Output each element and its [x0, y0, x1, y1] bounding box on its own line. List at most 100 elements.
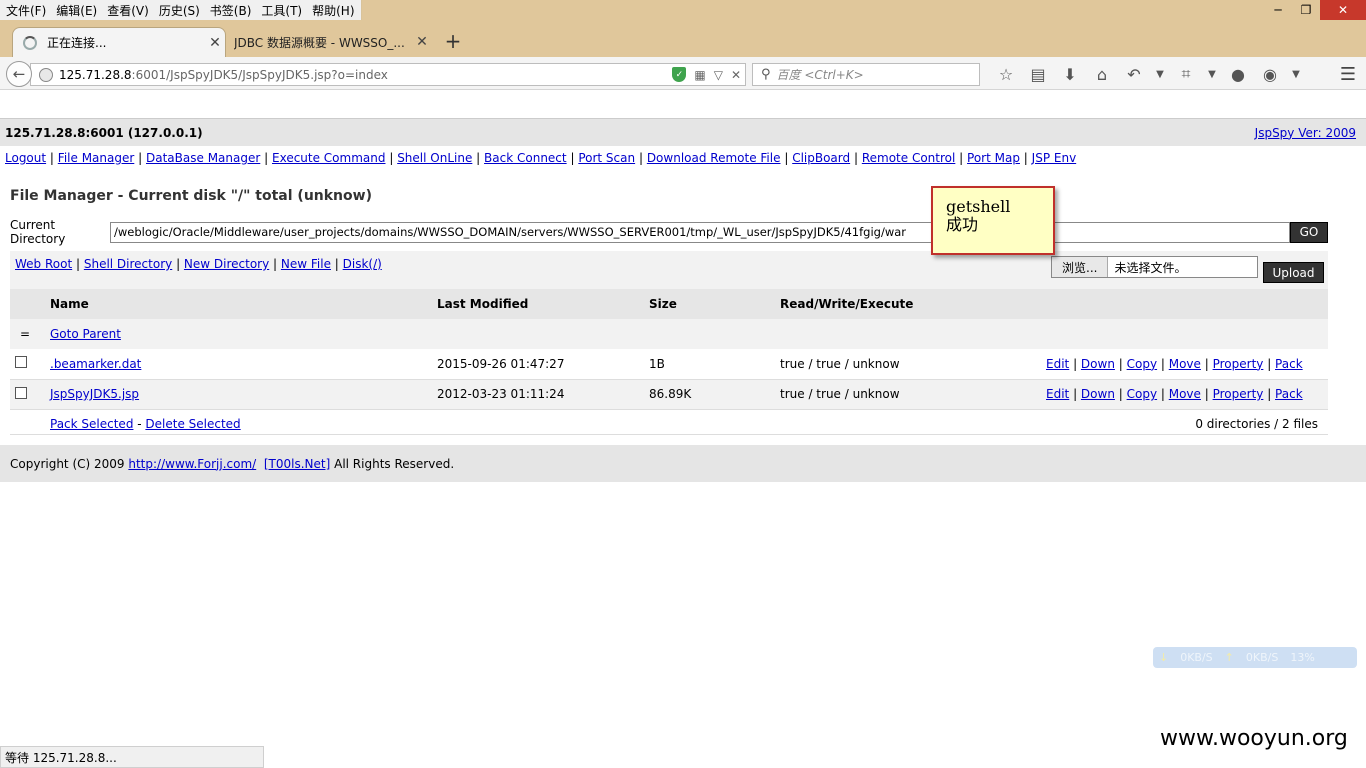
pack-selected-link[interactable]: Pack Selected: [50, 417, 133, 431]
menu-view[interactable]: 查看(V): [103, 2, 155, 19]
footer-link-forjj[interactable]: http://www.Forjj.com/: [128, 457, 256, 471]
current-directory-input[interactable]: [110, 221, 1290, 243]
dropdown-arrow-icon[interactable]: ▽: [714, 68, 723, 82]
file-modified: 2012-03-23 01:11:24: [437, 379, 649, 410]
nav-logout[interactable]: Logout: [5, 151, 46, 165]
table-row: .beamarker.dat 2015-09-26 01:47:27 1B tr…: [10, 349, 1328, 380]
home-icon[interactable]: ⌂: [1086, 65, 1118, 84]
menu-edit[interactable]: 编辑(E): [52, 2, 103, 19]
parent-marker: =: [10, 319, 50, 349]
disk-link[interactable]: Disk(/): [343, 257, 382, 271]
property-link[interactable]: Property: [1213, 387, 1264, 401]
tab-label: JDBC 数据源概要 - WWSSO_...: [234, 35, 405, 50]
close-window-button[interactable]: ✕: [1320, 0, 1366, 20]
maximize-button[interactable]: ❐: [1292, 0, 1320, 20]
file-name-link[interactable]: JspSpyJDK5.jsp: [50, 387, 139, 401]
new-directory-link[interactable]: New Directory: [184, 257, 269, 271]
search-placeholder: 百度 <Ctrl+K>: [776, 68, 864, 82]
url-bar[interactable]: 125.71.28.8:6001/JspSpyJDK5/JspSpyJDK5.j…: [30, 63, 746, 86]
down-link[interactable]: Down: [1081, 357, 1115, 371]
url-path: :6001/JspSpyJDK5/JspSpyJDK5.jsp?o=index: [131, 67, 388, 82]
pack-link[interactable]: Pack: [1275, 387, 1303, 401]
version-link[interactable]: JspSpy Ver: 2009: [1255, 126, 1356, 140]
edit-link[interactable]: Edit: [1046, 357, 1069, 371]
annotation-line-2: 成功: [946, 215, 979, 234]
addon-icon[interactable]: ◉: [1254, 65, 1286, 84]
stop-icon[interactable]: ✕: [731, 68, 741, 82]
minimize-button[interactable]: ─: [1264, 0, 1292, 20]
nav-execute-command[interactable]: Execute Command: [272, 151, 385, 165]
site-identity-icon[interactable]: [39, 67, 53, 82]
nav-database-manager[interactable]: DataBase Manager: [146, 151, 260, 165]
file-checkbox[interactable]: [15, 356, 27, 369]
footer: Copyright (C) 2009 http://www.Forjj.com/…: [0, 445, 1366, 482]
undo-icon[interactable]: ↶: [1118, 65, 1150, 84]
menu-history[interactable]: 历史(S): [155, 2, 206, 19]
nav-download-remote-file[interactable]: Download Remote File: [647, 151, 781, 165]
chevron-down-icon[interactable]: ▼: [1202, 69, 1222, 80]
column-rwx: Read/Write/Execute: [780, 289, 1043, 319]
nav-shell-online[interactable]: Shell OnLine: [397, 151, 472, 165]
menu-bookmarks[interactable]: 书签(B): [206, 2, 258, 19]
menu-help[interactable]: 帮助(H): [308, 2, 360, 19]
column-name: Name: [50, 289, 437, 319]
menu-tools[interactable]: 工具(T): [257, 2, 308, 19]
menu-file[interactable]: 文件(F): [2, 2, 52, 19]
tab-active[interactable]: 正在连接... ✕: [12, 27, 226, 57]
chevron-down-icon[interactable]: ▼: [1150, 69, 1170, 80]
footer-suffix: All Rights Reserved.: [334, 456, 455, 471]
chat-icon[interactable]: ●: [1222, 65, 1254, 84]
new-tab-button[interactable]: +: [440, 28, 466, 54]
footer-link-t00ls[interactable]: [T00ls.Net]: [264, 457, 330, 471]
go-button[interactable]: GO: [1290, 221, 1328, 243]
divider: [10, 434, 1328, 435]
menu-icon[interactable]: ☰: [1340, 64, 1356, 85]
goto-parent-link[interactable]: Goto Parent: [50, 327, 121, 341]
crop-icon[interactable]: ⌗: [1170, 64, 1202, 84]
tab-jdbc[interactable]: JDBC 数据源概要 - WWSSO_... ✕: [226, 27, 432, 57]
reading-list-icon[interactable]: ▤: [1022, 65, 1054, 84]
down-link[interactable]: Down: [1081, 387, 1115, 401]
close-tab-icon[interactable]: ✕: [205, 35, 225, 51]
copy-link[interactable]: Copy: [1127, 357, 1157, 371]
network-monitor: ↓ 0KB/S ↑ 0KB/S 13%: [1153, 647, 1357, 668]
edit-link[interactable]: Edit: [1046, 387, 1069, 401]
shield-icon[interactable]: ✓: [672, 67, 687, 82]
file-upload-input[interactable]: 浏览... 未选择文件。: [1051, 256, 1258, 278]
status-bar: 等待 125.71.28.8...: [0, 746, 264, 768]
file-actions: Edit | Down | Copy | Move | Property | P…: [1043, 379, 1328, 410]
column-size: Size: [649, 289, 780, 319]
upload-arrow-icon: ↑: [1224, 651, 1234, 664]
nav-file-manager[interactable]: File Manager: [58, 151, 135, 165]
shell-directory-link[interactable]: Shell Directory: [84, 257, 172, 271]
nav-jsp-env[interactable]: JSP Env: [1032, 151, 1077, 165]
qr-code-icon[interactable]: ▦: [694, 68, 705, 82]
back-button[interactable]: ←: [6, 61, 32, 87]
new-file-link[interactable]: New File: [281, 257, 331, 271]
search-input[interactable]: ⚲ 百度 <Ctrl+K>: [752, 63, 980, 86]
delete-selected-link[interactable]: Delete Selected: [145, 417, 240, 431]
close-tab-icon[interactable]: ✕: [412, 34, 432, 50]
column-modified: Last Modified: [437, 289, 649, 319]
upload-button[interactable]: Upload: [1263, 262, 1324, 283]
browse-button[interactable]: 浏览...: [1052, 257, 1109, 277]
nav-back-connect[interactable]: Back Connect: [484, 151, 567, 165]
move-link[interactable]: Move: [1169, 387, 1201, 401]
nav-port-map[interactable]: Port Map: [967, 151, 1020, 165]
page-title: File Manager - Current disk "/" total (u…: [10, 188, 372, 204]
nav-remote-control[interactable]: Remote Control: [862, 151, 956, 165]
copy-link[interactable]: Copy: [1127, 387, 1157, 401]
file-modified: 2015-09-26 01:47:27: [437, 349, 649, 380]
pack-link[interactable]: Pack: [1275, 357, 1303, 371]
chevron-down-icon[interactable]: ▼: [1286, 69, 1306, 80]
nav-clipboard[interactable]: ClipBoard: [792, 151, 850, 165]
file-checkbox[interactable]: [15, 386, 27, 399]
star-icon[interactable]: ☆: [990, 65, 1022, 84]
nav-port-scan[interactable]: Port Scan: [578, 151, 635, 165]
property-link[interactable]: Property: [1213, 357, 1264, 371]
web-root-link[interactable]: Web Root: [15, 257, 72, 271]
table-row: JspSpyJDK5.jsp 2012-03-23 01:11:24 86.89…: [10, 379, 1328, 410]
download-icon[interactable]: ⬇: [1054, 65, 1086, 84]
file-name-link[interactable]: .beamarker.dat: [50, 357, 141, 371]
move-link[interactable]: Move: [1169, 357, 1201, 371]
